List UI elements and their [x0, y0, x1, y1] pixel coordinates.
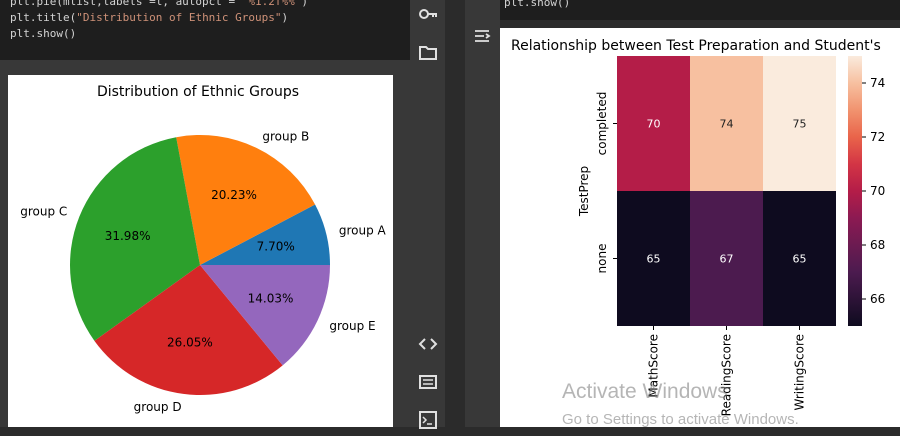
code-line-2: plt.title("Distribution of Ethnic Groups… [10, 11, 289, 24]
right-cell-gutter [465, 0, 500, 427]
colorbar-tick-label: 68 [870, 238, 885, 252]
heatmap-ylabel: TestPrep [577, 166, 591, 217]
heatmap-row-label: completed [595, 92, 609, 156]
pie-category-label: group D [134, 400, 182, 414]
terminal-list-icon[interactable] [417, 371, 439, 393]
colorbar-tick-label: 70 [870, 184, 885, 198]
pie-chart: Distribution of Ethnic Groups 7.70% group … [20, 84, 387, 414]
heatmap-value: 74 [720, 118, 734, 131]
heatmap-row-label: none [595, 244, 609, 274]
key-icon[interactable] [417, 3, 439, 25]
divider [445, 0, 465, 427]
pie-chart-panel: Distribution of Ethnic Groups 7.70% group … [8, 75, 393, 427]
heatmap-col-label: WritingScore [793, 334, 807, 410]
watermark-title: Activate Windows [562, 380, 728, 403]
code-line: plt.show() [504, 0, 571, 9]
colorbar-tick-label: 74 [870, 76, 885, 90]
heatmap-value: 75 [793, 118, 807, 131]
heatmap-chart: Relationship between Test Preparation an… [511, 38, 885, 416]
sidebar-rail [410, 0, 445, 429]
code-line-3: plt.show() [10, 27, 77, 40]
colorbar [848, 56, 862, 326]
heatmap-value: 67 [720, 253, 734, 266]
pie-category-label: group A [339, 224, 387, 238]
pie-pct-label: 31.98% [105, 229, 151, 243]
colorbar-tick-label: 72 [870, 130, 885, 144]
colorbar-tick-label: 66 [870, 292, 885, 306]
heatmap-title: Relationship between Test Preparation an… [511, 38, 881, 54]
watermark-subtitle: Go to Settings to activate Windows. [562, 411, 799, 427]
folder-icon[interactable] [417, 42, 439, 64]
pie-pct-label: 7.70% [257, 239, 295, 253]
heatmap-value: 70 [647, 118, 661, 131]
heatmap-panel: Relationship between Test Preparation an… [500, 28, 900, 427]
pie-category-label: group C [20, 205, 67, 219]
pie-title: Distribution of Ethnic Groups [97, 84, 299, 100]
heatmap-value: 65 [647, 253, 661, 266]
pie-pct-label: 26.05% [167, 335, 213, 349]
right-code-cell[interactable]: plt.show() [500, 0, 900, 20]
pie-category-label: group B [262, 129, 309, 143]
output-icon[interactable] [471, 25, 493, 47]
left-code-cell[interactable]: plt.pie(mlist,labels =l, autopct = '%1.2… [0, 0, 410, 60]
code-icon[interactable] [417, 333, 439, 355]
pie-pct-label: 20.23% [211, 188, 257, 202]
pie-category-label: group E [329, 319, 375, 333]
pie-pct-label: 14.03% [248, 291, 294, 305]
heatmap-value: 65 [793, 253, 807, 266]
code-line-1: plt.pie(mlist,labels =l, autopct = '%1.2… [10, 0, 309, 8]
